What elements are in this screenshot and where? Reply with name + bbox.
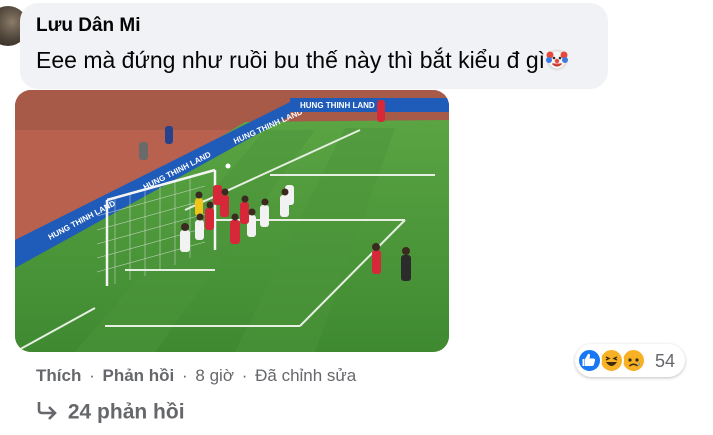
comment-actions: Thích · Phản hồi · 8 giờ · Đã chỉnh sửa: [36, 366, 356, 386]
comment-photo[interactable]: HUNG THINH LAND HUNG THINH LAND HUNG THI…: [15, 90, 449, 352]
reply-arrow-icon: [36, 400, 62, 426]
edited-label: Đã chỉnh sửa: [255, 366, 357, 385]
timestamp-link[interactable]: 8 giờ: [195, 366, 234, 385]
comment-text: Eee mà đứng như ruồi bu thế này thì bắt …: [36, 47, 569, 74]
ad-board-text-top: HUNG THINH LAND: [300, 101, 375, 110]
football-match-image: HUNG THINH LAND HUNG THINH LAND HUNG THI…: [15, 90, 449, 352]
reactions-summary[interactable]: 54: [575, 344, 685, 377]
reaction-count: 54: [655, 351, 676, 371]
separator: ·: [182, 366, 188, 385]
reply-link[interactable]: Phản hồi: [102, 366, 174, 385]
view-replies-link[interactable]: 24 phản hồi: [36, 400, 185, 426]
comment-author[interactable]: Lưu Dân Mi: [36, 15, 141, 37]
clown-face-icon: [546, 49, 569, 71]
separator: ·: [89, 366, 95, 385]
haha-reaction-icon: [599, 348, 624, 373]
like-reaction-icon: [577, 348, 602, 373]
separator: ·: [241, 366, 248, 385]
replies-label[interactable]: 24 phản hồi: [68, 401, 185, 424]
sad-reaction-icon: [621, 348, 646, 373]
comment-bubble: Lưu Dân Mi Eee mà đứng như ruồi bu thế n…: [20, 3, 608, 89]
like-link[interactable]: Thích: [36, 366, 81, 385]
comment-body: Eee mà đứng như ruồi bu thế này thì bắt …: [36, 47, 546, 73]
